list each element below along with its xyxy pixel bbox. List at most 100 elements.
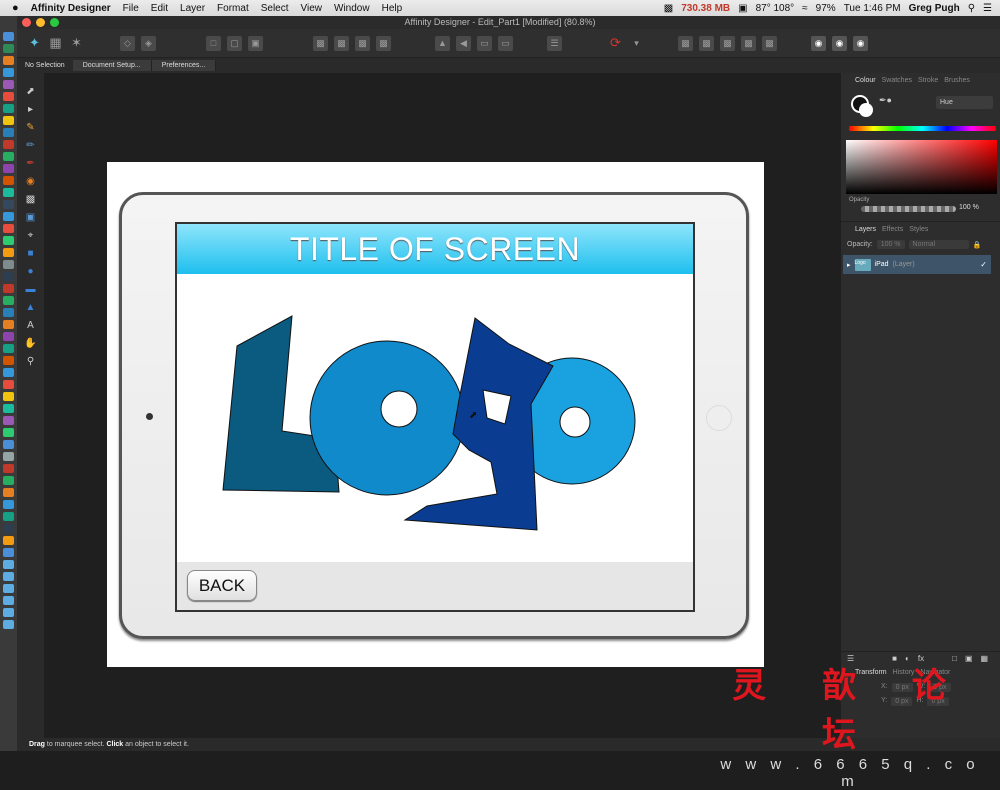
dock-app-icon[interactable] [3, 104, 14, 113]
menu-select[interactable]: Select [261, 3, 289, 14]
dock-app-icon[interactable] [3, 572, 14, 581]
dock-app-icon[interactable] [3, 128, 14, 137]
dock-app-icon[interactable] [3, 356, 14, 365]
app-menu[interactable]: Affinity Designer [31, 3, 111, 14]
align-icon[interactable]: ☰ [547, 35, 562, 51]
move-tool-icon[interactable]: ⬈ [25, 85, 37, 97]
arrange-front-icon[interactable]: ▩ [376, 35, 391, 51]
preferences-button[interactable]: Preferences... [151, 60, 217, 71]
transparency-tool-icon[interactable]: ▩ [25, 193, 37, 205]
dock-app-icon[interactable] [3, 620, 14, 629]
menu-view[interactable]: View [301, 3, 323, 14]
hue-slider[interactable] [849, 126, 996, 131]
snap-grid-icon[interactable]: ▣ [248, 35, 263, 51]
apple-menu-icon[interactable]: ● [12, 2, 19, 14]
dock-app-icon[interactable] [3, 560, 14, 569]
dock-app-icon[interactable] [3, 332, 14, 341]
dock-app-icon[interactable] [3, 140, 14, 149]
arrange-forward-icon[interactable]: ▩ [355, 35, 370, 51]
dock-app-icon[interactable] [3, 464, 14, 473]
zoom-tool-icon[interactable]: ⚲ [25, 355, 37, 367]
close-window-button[interactable] [22, 18, 31, 27]
designer-persona-icon[interactable]: ✦ [27, 35, 42, 51]
artboard[interactable]: TITLE OF SCREEN BACK ⬈ [107, 162, 764, 667]
dock-app-icon[interactable] [3, 164, 14, 173]
studio-snapping-icon[interactable]: ◉ [832, 35, 847, 51]
dock-app-icon[interactable] [3, 608, 14, 617]
pen-tool-icon[interactable]: ✎ [25, 121, 37, 133]
snap-icon[interactable]: □ [206, 35, 221, 51]
rotate-right-icon[interactable]: ▭ [498, 35, 513, 51]
dock-app-icon[interactable] [3, 404, 14, 413]
boolean-intersect-icon[interactable]: ▩ [720, 35, 735, 51]
layer-opacity-select[interactable]: 100 % [876, 240, 905, 249]
pencil-tool-icon[interactable]: ✏ [25, 139, 37, 151]
camera-icon[interactable]: ▩ [664, 3, 673, 14]
wifi-icon[interactable]: ≈ [802, 3, 808, 14]
menu-window[interactable]: Window [334, 3, 370, 14]
boolean-divide-icon[interactable]: ▩ [762, 35, 777, 51]
boolean-xor-icon[interactable]: ▩ [741, 35, 756, 51]
export-persona-icon[interactable]: ✶ [69, 35, 84, 51]
tab-stroke[interactable]: Stroke [918, 77, 938, 84]
studio-assistant-icon[interactable]: ◉ [811, 35, 826, 51]
dock-app-icon[interactable] [3, 536, 14, 545]
colour-mode-select[interactable]: Hue [936, 96, 993, 109]
rectangle-tool-icon[interactable]: ■ [25, 247, 37, 259]
dock-app-icon[interactable] [3, 152, 14, 161]
stroke-swatch[interactable] [859, 103, 873, 117]
crop-tool-icon[interactable]: ⌖ [25, 229, 37, 241]
brush-tool-icon[interactable]: ✒ [25, 157, 37, 169]
expand-arrow-icon[interactable]: ▸ [847, 261, 851, 269]
dock-app-icon[interactable] [3, 116, 14, 125]
dock-app-icon[interactable] [3, 524, 14, 533]
tab-brushes[interactable]: Brushes [944, 77, 970, 84]
dock-app-icon[interactable] [3, 44, 14, 53]
opacity-value[interactable]: 100 % [959, 204, 979, 211]
layer-row[interactable]: ▸ Logo iPad (Layer) ✓ [843, 255, 991, 274]
battery-readout[interactable]: 97% [816, 3, 836, 14]
dock-app-icon[interactable] [3, 236, 14, 245]
menu-help[interactable]: Help [382, 3, 403, 14]
fill-tool-icon[interactable]: ◉ [25, 175, 37, 187]
spotlight-icon[interactable]: ⚲ [968, 3, 975, 14]
blend-mode-select[interactable]: Normal [908, 240, 969, 249]
dock-app-icon[interactable] [3, 440, 14, 449]
dock-app-icon[interactable] [3, 296, 14, 305]
lock-icon[interactable]: 🔒 [973, 241, 982, 249]
pixel-persona-icon[interactable]: ▦ [48, 35, 63, 51]
tab-effects[interactable]: Effects [882, 226, 903, 233]
delete-layer-icon[interactable]: ▦ [981, 654, 989, 663]
document-setup-button[interactable]: Document Setup... [72, 60, 152, 71]
dock-app-icon[interactable] [3, 584, 14, 593]
place-image-icon[interactable]: ▣ [25, 211, 37, 223]
menu-layer[interactable]: Layer [180, 3, 205, 14]
rotate-left-icon[interactable]: ▭ [477, 35, 492, 51]
view-mode-icon[interactable]: ◇ [120, 35, 135, 51]
dock-app-icon[interactable] [3, 32, 14, 41]
dock-app-icon[interactable] [3, 596, 14, 605]
tab-swatches[interactable]: Swatches [882, 77, 912, 84]
dock-app-icon[interactable] [3, 308, 14, 317]
clock[interactable]: Tue 1:46 PM [844, 3, 901, 14]
dock-app-icon[interactable] [3, 500, 14, 509]
dock-app-icon[interactable] [3, 248, 14, 257]
dock-app-icon[interactable] [3, 548, 14, 557]
geometry-icon[interactable]: ⟳ [608, 35, 623, 51]
dock-app-icon[interactable] [3, 92, 14, 101]
arrange-back-icon[interactable]: ▩ [313, 35, 328, 51]
eyedropper-icon[interactable]: ✒● [879, 95, 892, 106]
dock-app-icon[interactable] [3, 428, 14, 437]
visibility-check-icon[interactable]: ✓ [980, 260, 987, 269]
dock-app-icon[interactable] [3, 56, 14, 65]
dock-app-icon[interactable] [3, 284, 14, 293]
logo-artwork[interactable] [177, 274, 695, 564]
dock-app-icon[interactable] [3, 200, 14, 209]
dock-app-icon[interactable] [3, 272, 14, 281]
boolean-subtract-icon[interactable]: ▩ [699, 35, 714, 51]
flip-vertical-icon[interactable]: ◀ [456, 35, 471, 51]
dock-app-icon[interactable] [3, 68, 14, 77]
triangle-tool-icon[interactable]: ▲ [25, 301, 37, 313]
boolean-add-icon[interactable]: ▩ [678, 35, 693, 51]
dock-app-icon[interactable] [3, 476, 14, 485]
